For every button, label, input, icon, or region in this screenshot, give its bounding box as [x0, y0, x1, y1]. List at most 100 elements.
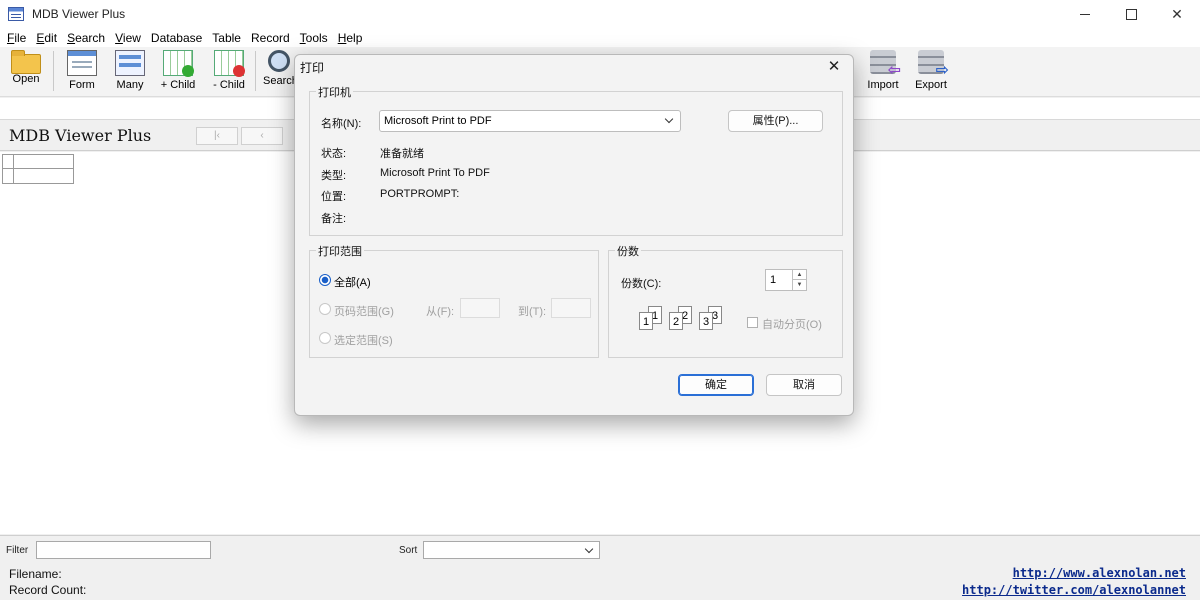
form-icon: [67, 50, 97, 76]
toolbar-separator: [255, 51, 256, 91]
form-label: Form: [69, 79, 95, 91]
database-export-icon: [916, 50, 949, 80]
menu-bar: File Edit Search View Database Table Rec…: [0, 28, 1200, 47]
copies-title: 份数: [615, 243, 641, 259]
export-label: Export: [915, 79, 947, 91]
from-label: 从(F):: [426, 306, 455, 318]
chevron-down-icon: [664, 114, 674, 124]
open-label: Open: [12, 73, 40, 85]
page-icon: 2: [669, 312, 683, 330]
window-controls: ✕: [1062, 0, 1200, 28]
printer-group: 打印机 名称(N): Microsoft Print to PDF 属性(P).…: [309, 84, 843, 236]
main-heading: MDB Viewer Plus: [9, 126, 152, 145]
search-icon: [268, 50, 290, 72]
print-range-title: 打印范围: [316, 243, 364, 259]
many-button[interactable]: Many: [107, 50, 153, 94]
range-all-radio[interactable]: [319, 274, 331, 286]
status-label: 状态:: [321, 148, 347, 160]
menu-view-accel: V: [115, 30, 123, 45]
menu-search-accel: S: [67, 30, 76, 45]
spin-up-icon[interactable]: ▲: [792, 270, 806, 280]
menu-view-label: iew: [122, 30, 141, 45]
menu-file[interactable]: File: [2, 31, 31, 45]
range-selection-label: 选定范围(S): [334, 335, 393, 347]
maximize-button[interactable]: [1108, 0, 1154, 28]
menu-search[interactable]: Search: [62, 31, 110, 45]
form-button[interactable]: Form: [59, 50, 105, 94]
window-title: MDB Viewer Plus: [32, 7, 126, 21]
website-link[interactable]: http://www.alexnolan.net: [1013, 566, 1186, 580]
filename-label: Filename:: [9, 567, 62, 581]
from-page-input[interactable]: [460, 298, 500, 318]
twitter-link[interactable]: http://twitter.com/alexnolannet: [962, 583, 1186, 597]
folder-icon: [11, 50, 41, 74]
filter-input[interactable]: [36, 541, 211, 559]
menu-table[interactable]: Table: [207, 31, 246, 45]
import-label: Import: [867, 79, 899, 91]
export-button[interactable]: Export: [908, 50, 954, 94]
search-button[interactable]: Search: [259, 50, 299, 94]
page-icon: 3: [699, 312, 713, 330]
print-dialog: 打印 ✕ 打印机 名称(N): Microsoft Print to PDF 属…: [294, 54, 854, 416]
to-label: 到(T):: [518, 306, 547, 318]
database-import-icon: [868, 50, 901, 80]
menu-database-label: Database: [150, 30, 203, 45]
menu-search-label: earch: [75, 30, 106, 45]
copies-spinner[interactable]: 1 ▲ ▼: [765, 269, 807, 291]
menu-record-label: Record: [250, 30, 290, 45]
menu-edit-label: dit: [44, 30, 58, 45]
menu-view[interactable]: View: [110, 31, 146, 45]
printer-name-select[interactable]: Microsoft Print to PDF: [379, 110, 681, 132]
type-value: Microsoft Print To PDF: [380, 167, 490, 179]
remove-child-label: - Child: [213, 79, 245, 91]
grid-cell[interactable]: [13, 168, 74, 184]
sort-label: Sort: [399, 545, 418, 556]
dialog-title: 打印: [300, 61, 325, 75]
close-icon[interactable]: ✕: [819, 55, 849, 79]
import-button[interactable]: Import: [860, 50, 906, 94]
range-pages-radio[interactable]: [319, 303, 331, 315]
nav-prev-button[interactable]: ‹: [241, 127, 283, 145]
properties-button[interactable]: 属性(P)...: [728, 110, 823, 132]
range-pages-label: 页码范围(G): [334, 306, 394, 318]
page-icon: 1: [639, 312, 653, 330]
menu-table-label: Table: [212, 30, 241, 45]
minimize-button[interactable]: [1062, 0, 1108, 28]
ok-button[interactable]: 确定: [678, 374, 754, 396]
add-child-button[interactable]: + Child: [155, 50, 201, 94]
print-range-group: 打印范围 全部(A) 页码范围(G) 从(F): 到(T): 选定范围(S): [309, 243, 599, 358]
open-button[interactable]: Open: [3, 50, 49, 94]
range-all-label: 全部(A): [334, 277, 371, 289]
nav-first-button[interactable]: |‹: [196, 127, 238, 145]
range-selection-radio[interactable]: [319, 332, 331, 344]
printer-name-label: 名称(N):: [321, 118, 362, 130]
menu-help[interactable]: Help: [333, 31, 368, 45]
menu-edit[interactable]: Edit: [31, 31, 62, 45]
sort-select[interactable]: [423, 541, 600, 559]
menu-file-label: ile: [14, 30, 27, 45]
collate-checkbox[interactable]: [747, 317, 758, 328]
add-child-icon: [163, 50, 194, 77]
printer-name-value: Microsoft Print to PDF: [384, 115, 492, 127]
collate-label: 自动分页(O): [762, 319, 822, 331]
remove-child-button[interactable]: - Child: [206, 50, 252, 94]
close-window-button[interactable]: ✕: [1154, 0, 1200, 28]
menu-tools[interactable]: Tools: [295, 31, 333, 45]
chevron-down-icon: [584, 544, 594, 554]
filter-label: Filter: [6, 545, 29, 556]
to-page-input[interactable]: [551, 298, 591, 318]
grid-cell[interactable]: [13, 154, 74, 169]
title-bar: MDB Viewer Plus ✕: [0, 0, 1200, 28]
bottom-bar: Filter Sort Filename: Record Count: http…: [0, 535, 1200, 600]
menu-record[interactable]: Record: [246, 31, 295, 45]
search-label: Search: [263, 75, 298, 87]
copies-value: 1: [770, 274, 777, 286]
spin-down-icon[interactable]: ▼: [792, 280, 806, 290]
cancel-button[interactable]: 取消: [766, 374, 842, 396]
menu-database[interactable]: Database: [146, 31, 207, 45]
add-child-label: + Child: [160, 79, 196, 91]
app-icon: [8, 7, 24, 21]
copies-group: 份数 份数(C): 1 ▲ ▼ 1 1 2 2 3 3 自动分页(O): [608, 243, 843, 358]
where-value: PORTPROMPT:: [380, 188, 460, 200]
toolbar-separator: [53, 51, 54, 91]
